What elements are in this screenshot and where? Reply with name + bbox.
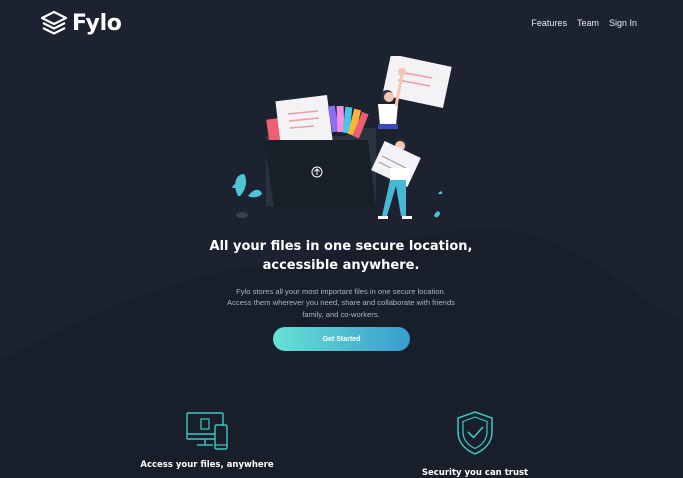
feature-title: Security you can trust: [421, 468, 529, 478]
main-nav: Features Team Sign In: [531, 18, 637, 28]
nav-link-features[interactable]: Features: [531, 18, 567, 28]
hero-description-line-1: Fylo stores all your most important file…: [236, 287, 446, 296]
hero-title-line-1: All your files in one secure location,: [209, 239, 473, 254]
devices-icon: [186, 412, 228, 450]
hero-title-line-2: accessible anywhere.: [262, 258, 420, 273]
layers-icon: [40, 10, 68, 35]
hero-description-line-3: family, and co-workers.: [302, 309, 380, 319]
shield-check-icon: [457, 411, 493, 455]
nav-link-sign-in[interactable]: Sign In: [609, 18, 637, 28]
hero-title: All your files in one secure location, a…: [171, 237, 511, 275]
nav-link-team[interactable]: Team: [577, 18, 599, 28]
hero-description: Fylo stores all your most important file…: [216, 286, 466, 320]
get-started-button[interactable]: Get Started: [273, 327, 410, 351]
feature-security: Security you can trust: [375, 410, 575, 478]
brand-name: Fylo: [72, 10, 122, 36]
feature-title: Access your files, anywhere: [140, 460, 274, 470]
people-uploading-files-illustration: [232, 56, 452, 219]
feature-access-anywhere: Access your files, anywhere: [107, 411, 307, 470]
site-header: Fylo Features Team Sign In: [0, 0, 683, 48]
hero-description-line-2: Access them wherever you need, share and…: [227, 298, 455, 308]
logo[interactable]: Fylo: [40, 10, 122, 36]
